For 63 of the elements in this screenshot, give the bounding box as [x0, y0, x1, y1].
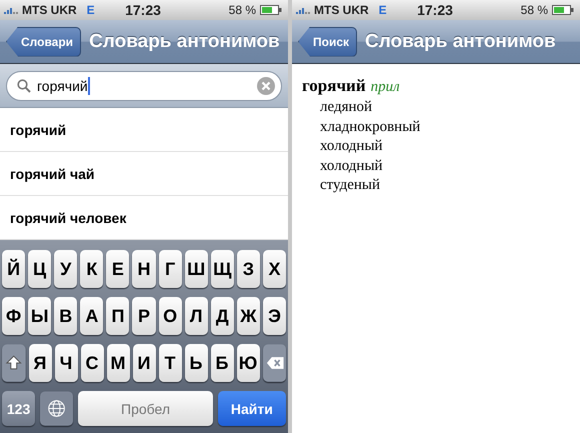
keyboard-key[interactable]: Э — [262, 297, 286, 335]
window-title: Словарь антонимов — [365, 30, 556, 52]
window-title: Словарь антонимов — [89, 30, 280, 52]
keyboard-key[interactable]: С — [80, 344, 104, 382]
signal-icon — [296, 6, 310, 14]
headword: горячий — [302, 76, 366, 96]
keyboard-key[interactable]: У — [54, 250, 78, 288]
shift-icon[interactable] — [2, 344, 26, 382]
keyboard-key[interactable]: И — [132, 344, 156, 382]
keyboard-key[interactable]: Й — [2, 250, 26, 288]
carrier-name: MTS UKR — [22, 3, 77, 17]
search-field[interactable]: горячий — [6, 70, 282, 100]
search-icon — [17, 78, 31, 92]
globe-icon[interactable] — [40, 391, 74, 426]
keyboard-key[interactable]: Ю — [236, 344, 260, 382]
keyboard-key[interactable]: Е — [106, 250, 130, 288]
space-key[interactable]: Пробел — [78, 391, 213, 426]
battery-icon — [552, 5, 574, 15]
result-item[interactable]: горячий чай — [0, 152, 288, 196]
battery-percent: 58 % — [228, 3, 256, 17]
keyboard-key[interactable]: З — [236, 250, 260, 288]
keyboard-key[interactable]: Щ — [210, 250, 234, 288]
keyboard-key[interactable]: В — [54, 297, 78, 335]
part-of-speech: прил — [370, 79, 400, 96]
keyboard-key[interactable]: Х — [262, 250, 286, 288]
antonym: студеный — [319, 176, 381, 195]
keyboard-key[interactable]: Д — [210, 297, 234, 335]
battery-percent: 58 % — [520, 3, 548, 17]
clock-time: 17:23 — [125, 2, 161, 18]
backspace-icon[interactable] — [262, 344, 286, 382]
search-key[interactable]: Найти — [218, 391, 286, 426]
keyboard-key[interactable]: Ш — [184, 250, 208, 288]
antonym: хладнокровный — [319, 118, 422, 136]
keyboard-key[interactable]: П — [106, 297, 130, 335]
keyboard-key[interactable]: Я — [28, 344, 52, 382]
clock-time: 17:23 — [417, 2, 453, 18]
keyboard-key[interactable]: Ы — [28, 297, 52, 335]
keyboard-key[interactable]: Ь — [184, 344, 208, 382]
antonym: холодный — [319, 137, 384, 156]
network-type: E — [378, 3, 387, 17]
battery-icon — [260, 5, 282, 15]
antonym: холодный — [319, 156, 384, 176]
keyboard-key[interactable]: М — [106, 344, 130, 382]
keyboard-key[interactable]: Р — [132, 297, 156, 335]
back-button[interactable]: Поиск — [298, 26, 358, 56]
keyboard-key[interactable]: Ч — [54, 344, 78, 382]
signal-icon — [4, 6, 18, 14]
result-item[interactable]: горячий — [0, 108, 288, 152]
antonym: ледяной — [319, 98, 374, 117]
keyboard-key[interactable]: О — [158, 297, 182, 335]
keyboard-key[interactable]: Г — [158, 250, 182, 288]
keyboard-key[interactable]: Н — [132, 250, 156, 288]
keyboard-key[interactable]: Ц — [28, 250, 52, 288]
keyboard-key[interactable]: Ж — [236, 297, 260, 335]
back-button[interactable]: Словари — [6, 26, 82, 56]
keyboard-key[interactable]: Ф — [2, 297, 26, 335]
carrier-name: MTS UKR — [314, 3, 369, 17]
keyboard-key[interactable]: К — [80, 250, 104, 288]
keyboard-key[interactable]: А — [80, 297, 104, 335]
network-type: E — [86, 3, 95, 17]
keyboard-key[interactable]: Т — [158, 344, 182, 382]
keyboard-key[interactable]: Б — [210, 344, 234, 382]
keyboard-key[interactable]: Л — [184, 297, 208, 335]
